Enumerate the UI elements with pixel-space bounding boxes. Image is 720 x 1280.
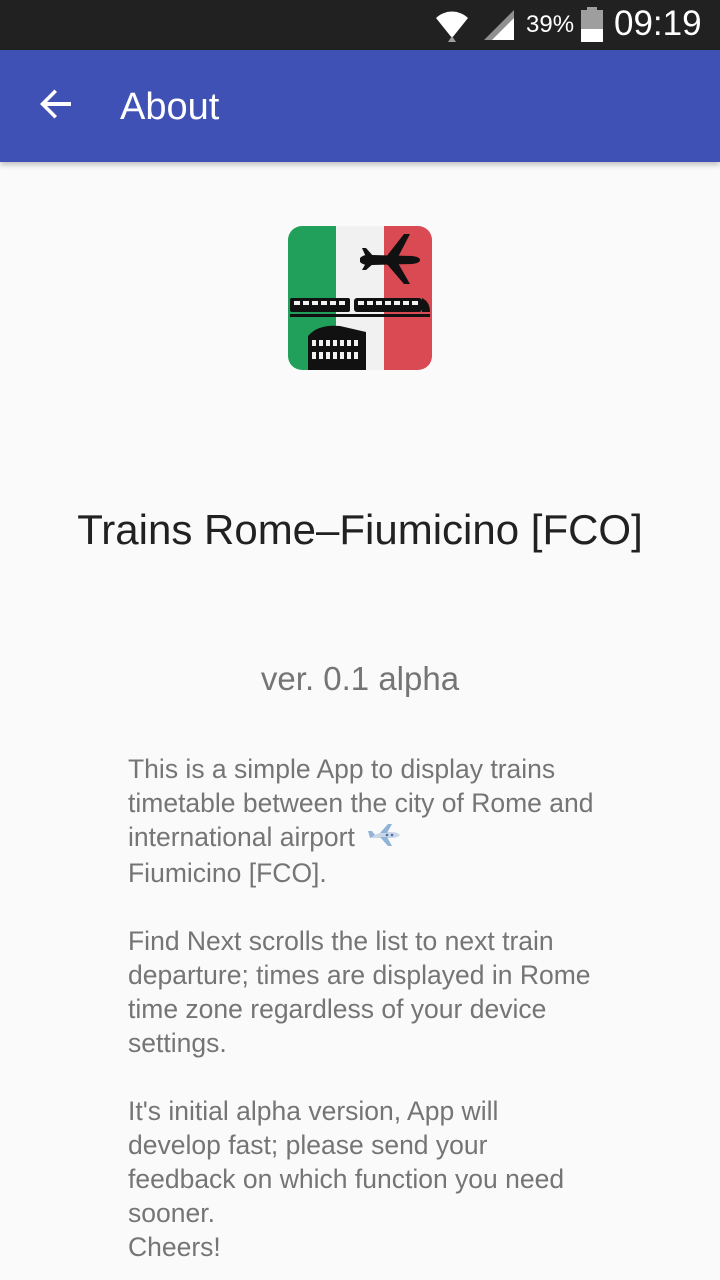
about-description: This is a simple App to display trains t…: [128, 752, 598, 1264]
wifi-icon: [434, 6, 470, 46]
description-paragraph-1: This is a simple App to display trains t…: [128, 752, 598, 890]
signal-icon: [482, 8, 516, 46]
app-name: Trains Rome–Fiumicino [FCO]: [77, 506, 643, 553]
app-bar: About: [0, 50, 720, 162]
battery-percentage: 39%: [526, 11, 575, 38]
arrow-back-icon: [39, 87, 73, 125]
status-bar: 39% 09:19: [0, 0, 720, 50]
airplane-emoji-icon: [366, 822, 402, 856]
page-title: About: [120, 86, 220, 128]
description-paragraph-2: Find Next scrolls the list to next train…: [128, 926, 591, 1058]
description-paragraph-1-text: This is a simple App to display trains t…: [128, 754, 594, 852]
description-sign-off: Cheers!: [128, 1232, 221, 1262]
clock: 09:19: [614, 4, 702, 43]
battery-icon: [580, 7, 604, 47]
app-version: ver. 0.1 alpha: [260, 660, 460, 697]
back-button[interactable]: [28, 78, 84, 134]
description-paragraph-1-end: Fiumicino [FCO].: [128, 858, 327, 888]
app-logo-icon: [288, 226, 432, 370]
description-paragraph-3: It's initial alpha version, App will dev…: [128, 1096, 565, 1228]
